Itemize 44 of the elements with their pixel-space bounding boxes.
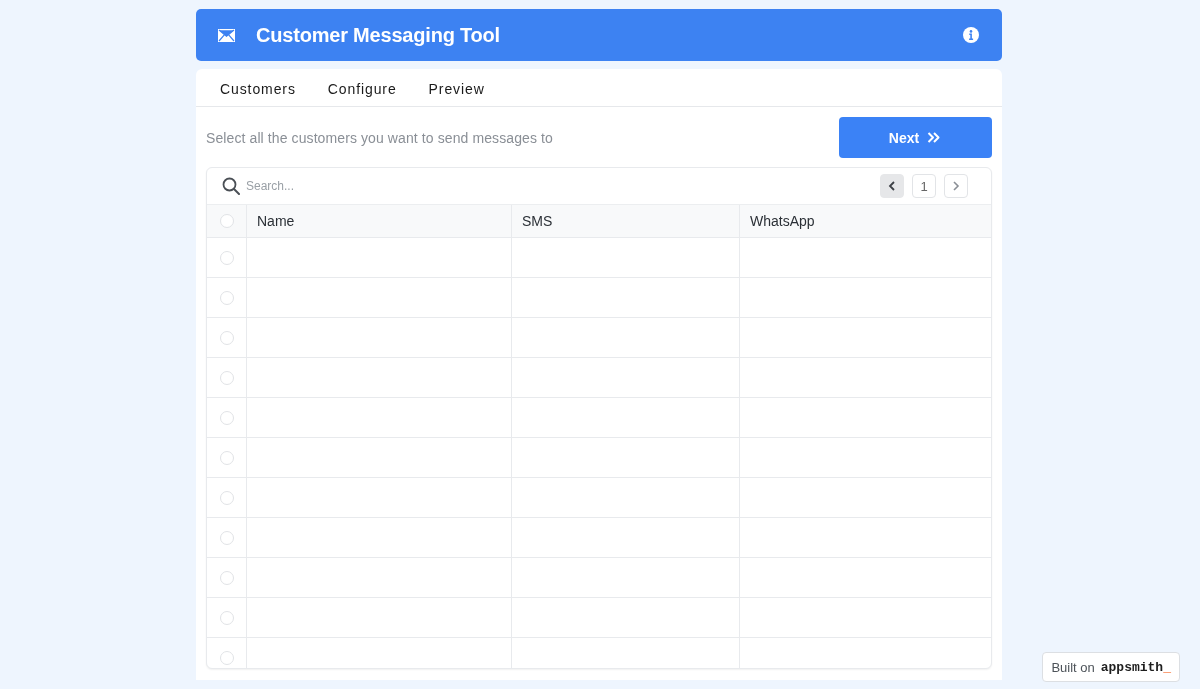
table-row[interactable] [207,558,991,598]
next-button[interactable]: Next [839,117,992,158]
tab[interactable]: Preview [428,81,485,106]
table-row[interactable] [207,478,991,518]
table-row[interactable] [207,238,991,278]
previous-page-button[interactable] [880,174,904,198]
chevron-left-icon [888,181,896,191]
row-checkbox[interactable] [219,490,234,505]
column-header[interactable]: WhatsApp [739,205,991,237]
select-all-checkbox[interactable] [219,214,234,228]
column-header[interactable]: Name [246,205,511,237]
table-row[interactable] [207,278,991,318]
next-page-button[interactable] [944,174,968,198]
table-row[interactable] [207,398,991,438]
row-checkbox[interactable] [219,650,234,665]
table-row[interactable] [207,438,991,478]
row-checkbox[interactable] [219,570,234,585]
app-title: Customer Messaging Tool [256,23,501,47]
table-row[interactable] [207,518,991,558]
search-field[interactable]: Search... [246,179,446,193]
row-checkbox[interactable] [219,290,234,305]
built-on-badge[interactable]: Built on appsmith_ [1042,652,1180,682]
row-checkbox[interactable] [219,610,234,625]
search-icon [222,177,240,195]
row-checkbox[interactable] [219,330,234,345]
instructions-text: Select all the customers you want to send messages to [206,129,553,146]
table-row[interactable] [207,318,991,358]
built-on-text: Built on [1051,659,1095,675]
table-row[interactable] [207,598,991,638]
chevron-right-icon [952,181,960,191]
row-checkbox[interactable] [219,410,234,425]
double-chevron-icon [927,132,941,143]
page-number: 1 [912,174,936,198]
row-checkbox[interactable] [219,450,234,465]
column-header[interactable]: SMS [511,205,739,237]
info-icon[interactable] [963,27,979,43]
tab[interactable]: Customers [220,81,296,106]
row-checkbox[interactable] [219,530,234,545]
row-checkbox[interactable] [219,250,234,265]
brand-logo-text: appsmith_ [1100,659,1171,675]
row-checkbox[interactable] [219,370,234,385]
table-row[interactable] [207,358,991,398]
envelope-icon [218,28,235,42]
tab[interactable]: Configure [327,81,397,106]
